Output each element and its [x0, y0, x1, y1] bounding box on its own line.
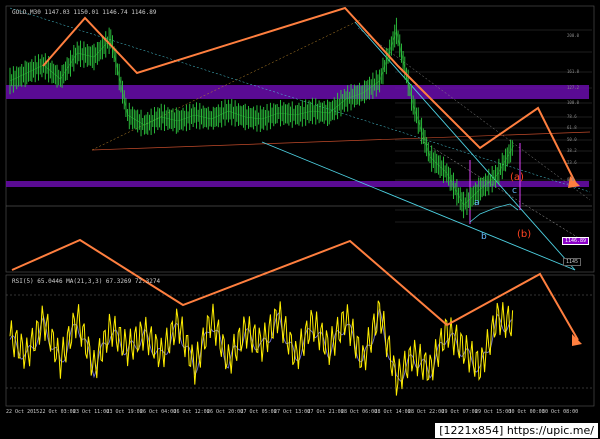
time-axis-label: 27 Oct 05:00 — [240, 409, 277, 415]
wave-label-big-a: (a) — [510, 172, 524, 183]
price-chart-canvas[interactable] — [0, 0, 600, 439]
resistance-zone — [6, 85, 589, 99]
fibo-level-label: 161.8 — [567, 69, 580, 74]
time-axis-label: 30 Oct 00:00 — [508, 409, 545, 415]
level-tag: 1145 — [563, 258, 582, 266]
time-axis-label: 30 Oct 08:00 — [542, 409, 579, 415]
time-axis-label: 29 Oct 07:00 — [441, 409, 478, 415]
chart-title: GOLD,M30 1147.03 1150.01 1146.74 1146.89 — [12, 9, 157, 16]
fibo-level-label: 23.6 — [567, 160, 577, 165]
fibo-level-label: 100.0 — [567, 100, 580, 105]
indicator-title: RSI(5) 65.0446 MA(21,3,3) 67.3269 72.327… — [12, 278, 161, 285]
fibo-level-label: 200.0 — [567, 33, 580, 38]
time-axis-label: 23 Oct 19:00 — [106, 409, 143, 415]
image-watermark: [1221x854] https://upic.me/ — [435, 423, 598, 438]
wave-label-b: b — [481, 232, 487, 242]
wave-label-big-b: (b) — [517, 229, 532, 240]
time-axis-label: 26 Oct 04:00 — [140, 409, 177, 415]
fibo-level-label: 50.0 — [567, 137, 577, 142]
time-axis-label: 26 Oct 20:00 — [207, 409, 244, 415]
support-zone — [6, 181, 589, 187]
zigzag-rsi — [11, 238, 579, 341]
time-axis-label: 28 Oct 22:00 — [408, 409, 445, 415]
projection-line — [419, 139, 591, 246]
time-axis-label: 27 Oct 13:00 — [274, 409, 311, 415]
time-axis-label: 26 Oct 12:00 — [173, 409, 210, 415]
time-axis-label: 29 Oct 15:00 — [475, 409, 512, 415]
fibo-level-label: 127.2 — [567, 85, 580, 90]
current-price-tag: 1146.89 — [562, 237, 590, 245]
fibo-level-label: 0.0 — [567, 177, 575, 182]
trend-line-lower — [91, 131, 591, 151]
time-axis-label: 28 Oct 14:00 — [374, 409, 411, 415]
time-axis-label: 23 Oct 11:00 — [73, 409, 110, 415]
wave-label-a: a — [474, 198, 480, 208]
trading-chart-window: GOLD,M30 1147.03 1150.01 1146.74 1146.89… — [0, 0, 600, 439]
zigzag-rsi-arrowhead — [572, 334, 582, 346]
time-axis-label: 22 Oct 03:00 — [39, 409, 76, 415]
wave-label-c: c — [512, 186, 517, 196]
fibo-level-label: 61.8 — [567, 125, 577, 130]
fibo-level-label: 38.2 — [567, 148, 577, 153]
time-axis-label: 28 Oct 06:00 — [341, 409, 378, 415]
fibo-level-label: 78.6 — [567, 114, 577, 119]
time-axis-label: 27 Oct 21:00 — [307, 409, 344, 415]
time-axis-label: 22 Oct 2015 — [6, 409, 40, 415]
channel-mid-line — [357, 27, 591, 201]
